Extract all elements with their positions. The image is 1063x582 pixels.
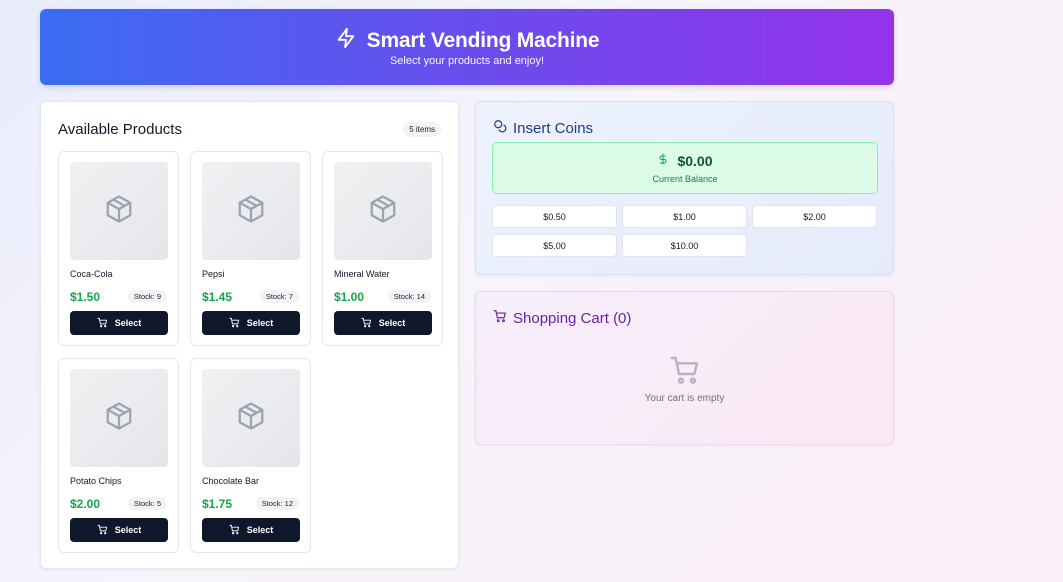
package-icon [236,401,266,436]
empty-cart-icon [669,354,701,391]
product-name: Mineral Water [334,269,390,279]
stock-badge: Stock: 14 [387,290,431,303]
cart-icon [97,317,108,330]
stock-badge: Stock: 9 [127,290,167,303]
balance-row: $0.00 [493,152,877,169]
package-icon [368,194,398,229]
balance-label: Current Balance [652,174,718,184]
products-panel-header: Available Products 5 items [58,119,441,139]
stock-badge: Stock: 7 [259,290,299,303]
app-title: Smart Vending Machine [366,28,600,52]
balance-amount: $0.00 [677,152,713,169]
coin-button-100[interactable]: $1.00 [622,205,747,228]
cart-icon [361,317,372,330]
product-name: Pepsi [202,269,225,279]
product-price: $1.45 [202,290,233,304]
product-price: $1.75 [202,497,233,511]
insert-coins-heading: Insert Coins [493,119,593,137]
product-card: Pepsi $1.45 Stock: 7 Select [190,151,311,346]
product-card: Potato Chips $2.00 Stock: 5 Select [58,358,179,553]
cart-icon [229,524,240,537]
select-button[interactable]: Select [70,311,168,335]
select-label: Select [378,318,406,328]
product-price: $1.00 [334,290,365,304]
product-image [202,369,300,467]
product-card: Mineral Water $1.00 Stock: 14 Select [322,151,443,346]
select-label: Select [114,525,142,535]
package-icon [236,194,266,229]
product-image [70,162,168,260]
product-name: Coca-Cola [70,269,113,279]
empty-cart-message: Your cart is empty [644,393,725,404]
coin-button-500[interactable]: $5.00 [492,234,617,257]
product-image [334,162,432,260]
stock-badge: Stock: 12 [255,497,299,510]
product-name: Potato Chips [70,476,122,486]
products-title: Available Products [58,120,182,138]
product-name: Chocolate Bar [202,476,260,486]
select-button[interactable]: Select [334,311,432,335]
shopping-cart-title: Shopping Cart (0) [513,309,632,327]
app-subtitle: Select your products and enjoy! [389,55,545,67]
cart-icon [97,524,108,537]
cart-icon [229,317,240,330]
select-label: Select [246,318,274,328]
dollar-icon [657,152,669,169]
select-label: Select [114,318,142,328]
package-icon [104,401,134,436]
coin-button-1000[interactable]: $10.00 [622,234,747,257]
app-header: Smart Vending Machine Select your produc… [40,9,894,85]
coin-button-200[interactable]: $2.00 [752,205,877,228]
lightning-icon [335,27,357,54]
product-count-badge: 5 items [403,121,441,137]
shopping-cart-panel: Shopping Cart (0) Your cart is empty [475,291,894,445]
shopping-cart-heading: Shopping Cart (0) [493,309,631,327]
balance-display: $0.00 Current Balance [492,142,878,194]
select-button[interactable]: Select [202,518,300,542]
package-icon [104,194,134,229]
select-label: Select [246,525,274,535]
insert-coins-panel: Insert Coins $0.00 Current Balance $0.50… [475,101,894,275]
product-card: Chocolate Bar $1.75 Stock: 12 Select [190,358,311,553]
empty-cart-icon-wrap [476,354,893,391]
insert-coins-title: Insert Coins [513,119,594,137]
stock-badge: Stock: 5 [127,497,167,510]
cart-icon [493,309,507,327]
product-image [202,162,300,260]
product-card: Coca-Cola $1.50 Stock: 9 Select [58,151,179,346]
header-title-row: Smart Vending Machine [40,27,894,54]
product-price: $1.50 [70,290,101,304]
product-image [70,369,168,467]
product-price: $2.00 [70,497,101,511]
select-button[interactable]: Select [70,518,168,542]
coins-icon [493,119,507,137]
coin-button-050[interactable]: $0.50 [492,205,617,228]
products-panel: Available Products 5 items Coca-Cola $1.… [40,101,459,569]
select-button[interactable]: Select [202,311,300,335]
